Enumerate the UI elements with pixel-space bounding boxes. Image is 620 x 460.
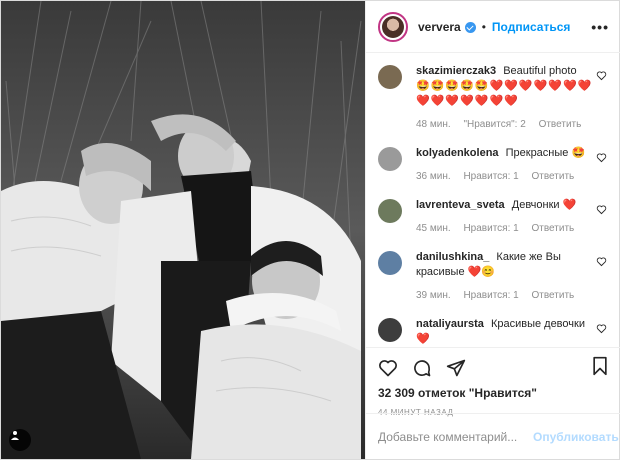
comment-item: kolyadenkolena Прекрасные 🤩 36 мин. Нрав… [378, 146, 609, 184]
comment-meta: 39 мин. Нравится: 1 Ответить [416, 288, 596, 303]
comment-username[interactable]: danilushkina_ [416, 251, 489, 263]
commenter-avatar[interactable] [378, 147, 402, 171]
author-username[interactable]: ververa [418, 20, 461, 34]
reply-button[interactable]: Ответить [531, 290, 574, 301]
comment-username[interactable]: lavrenteva_sveta [416, 199, 505, 211]
comment-likes[interactable]: "Нравится": 2 [463, 119, 525, 130]
comment-likes[interactable]: Нравится: 1 [463, 171, 518, 182]
commenter-avatar[interactable] [378, 65, 402, 89]
comment-meta: 36 мин. Нравится: 1 Ответить [416, 169, 596, 184]
comment-likes[interactable]: Нравится: 1 [463, 223, 518, 234]
post-photo[interactable] [1, 1, 365, 459]
add-comment-bar: Опубликовать [366, 413, 620, 459]
comment-time: 36 мин. [416, 171, 451, 182]
comment-text: Beautiful photo [503, 65, 577, 77]
post-sidebar: ververa • Подписаться ••• skazimierczak3… [365, 1, 620, 459]
heart-icon[interactable] [596, 204, 607, 215]
comment-username[interactable]: nataliyaursta [416, 318, 484, 330]
comment-username[interactable]: skazimierczak3 [416, 65, 496, 77]
publish-button[interactable]: Опубликовать [533, 430, 619, 444]
photo-illustration [1, 1, 365, 459]
heart-icon[interactable] [378, 358, 398, 378]
verified-icon [464, 22, 476, 33]
comment-time: 45 мин. [416, 223, 451, 234]
bookmark-icon[interactable] [591, 356, 609, 376]
comment-text-continued: 🤩🤩🤩🤩🤩❤️❤️❤️❤️❤️❤️❤️❤️❤️❤️❤️❤️❤️❤️ [416, 80, 593, 107]
comment-username[interactable]: kolyadenkolena [416, 147, 499, 159]
tag-icon[interactable] [9, 429, 31, 451]
comments-list: skazimierczak3 Beautiful photo 🤩🤩🤩🤩🤩❤️❤️… [366, 54, 620, 347]
reply-button[interactable]: Ответить [531, 223, 574, 234]
commenter-avatar[interactable] [378, 318, 402, 342]
comment-time: 39 мин. [416, 290, 451, 301]
comment-meta: 48 мин. "Нравится": 2 Ответить [416, 117, 596, 132]
comment-time: 48 мин. [416, 119, 451, 130]
comment-item: danilushkina_ Какие же Вы красивые ❤️😊 3… [378, 250, 609, 303]
heart-icon[interactable] [596, 152, 607, 163]
heart-icon[interactable] [596, 256, 607, 267]
follow-button[interactable]: Подписаться [492, 20, 570, 34]
post-header: ververa • Подписаться ••• [366, 1, 620, 53]
more-icon[interactable]: ••• [591, 19, 609, 35]
likes-label: отметок "Нравится" [418, 386, 537, 400]
post-actions: 32 309 отметок "Нравится" 44 МИНУТ НАЗАД [366, 347, 620, 417]
heart-icon[interactable] [596, 70, 607, 81]
comment-input[interactable] [378, 429, 533, 444]
commenter-avatar[interactable] [378, 251, 402, 275]
comment-icon[interactable] [412, 358, 432, 378]
person-icon [11, 431, 19, 440]
separator-dot: • [481, 19, 486, 34]
comment-text: Девчонки ❤️ [511, 199, 577, 211]
commenter-avatar[interactable] [378, 199, 402, 223]
likes-count[interactable]: 32 309 отметок "Нравится" [378, 386, 609, 400]
comment-meta: 45 мин. Нравится: 1 Ответить [416, 221, 596, 236]
reply-button[interactable]: Ответить [531, 171, 574, 182]
reply-button[interactable]: Ответить [539, 119, 582, 130]
comment-item: lavrenteva_sveta Девчонки ❤️ 45 мин. Нра… [378, 198, 609, 236]
likes-number: 32 309 [378, 386, 415, 400]
heart-icon[interactable] [596, 323, 607, 334]
comment-likes[interactable]: Нравится: 1 [463, 290, 518, 301]
instagram-post: ververa • Подписаться ••• skazimierczak3… [0, 0, 620, 460]
comment-item: skazimierczak3 Beautiful photo 🤩🤩🤩🤩🤩❤️❤️… [378, 64, 609, 132]
share-icon[interactable] [446, 358, 466, 378]
author-avatar[interactable] [378, 11, 408, 42]
comment-item: nataliyaursta Красивые девочки ❤️ [378, 317, 609, 347]
comment-text: Прекрасные 🤩 [505, 147, 586, 159]
